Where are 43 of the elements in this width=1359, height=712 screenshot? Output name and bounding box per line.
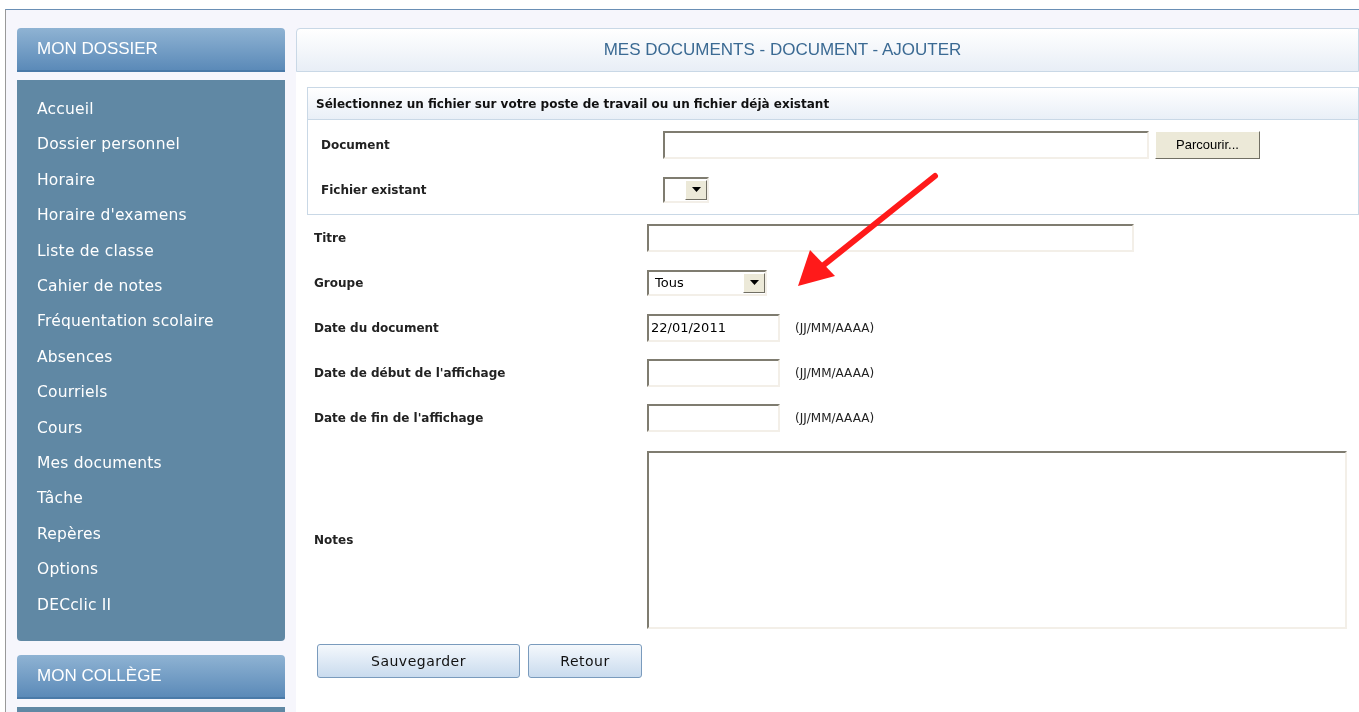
field-label: Notes (313, 532, 355, 549)
field-label: Document (320, 136, 391, 154)
field-label: Groupe (313, 274, 365, 292)
page-title-bar: MES DOCUMENTS - DOCUMENT - AJOUTER (296, 28, 1359, 72)
date-format-hint: (JJ/MM/AAAA) (795, 319, 875, 337)
dropdown-value: Tous (654, 273, 685, 292)
dropdown-field[interactable]: Tous (647, 269, 767, 296)
date-format-hint: (JJ/MM/AAAA) (795, 409, 875, 427)
date-field[interactable] (647, 358, 780, 387)
sidebar-link[interactable]: Courriels (37, 375, 108, 411)
field-label: Fichier existant (320, 181, 428, 199)
sidebar-link[interactable]: Liste de classe (37, 233, 154, 269)
sidebar-link[interactable]: Cours (37, 410, 83, 446)
date-format-hint: (JJ/MM/AAAA) (795, 364, 875, 382)
dropdown-caret-icon[interactable] (685, 179, 707, 200)
sidebar-link[interactable]: Dossier personnel (37, 127, 180, 163)
sidebar-header: MON DOSSIER (17, 28, 285, 72)
notes-field[interactable] (647, 451, 1347, 629)
field-label: Date de fin de l'affichage (313, 409, 485, 427)
sidebar-link[interactable]: DECclic II (37, 587, 112, 623)
field-label: Titre (313, 229, 348, 247)
sidebar-link[interactable]: Mes documents (37, 445, 162, 482)
field-label: Date du document (313, 319, 440, 337)
sidebar-link[interactable]: Fréquentation scolaire (37, 304, 214, 340)
date-field[interactable] (647, 403, 780, 432)
date-field[interactable]: 22/01/2011 (647, 313, 780, 342)
sidebar-link[interactable]: Horaire (37, 162, 96, 199)
sidebar-link[interactable]: Tâche (37, 481, 84, 517)
sidebar-link[interactable]: Repères (37, 516, 102, 553)
sidebar-link[interactable]: Horaire d'examens (37, 198, 187, 234)
form-button[interactable]: Retour (528, 644, 642, 678)
sidebar-link[interactable]: Cahier de notes (37, 268, 163, 305)
browse-button[interactable]: Parcourir... (1155, 130, 1260, 159)
form-button[interactable]: Sauvegarder (317, 644, 520, 678)
sidebar-header: MON COLLÈGE (17, 654, 285, 699)
dropdown-field[interactable] (663, 176, 709, 203)
file-path-field[interactable] (663, 130, 1149, 159)
sidebar-link[interactable]: Absences (37, 339, 113, 376)
dropdown-caret-icon[interactable] (743, 272, 765, 293)
field-label: Date de début de l'affichage (313, 364, 507, 382)
sidebar-link[interactable]: Accueil (37, 92, 94, 128)
sidebar-link[interactable]: Options (37, 552, 99, 588)
title-field[interactable] (647, 223, 1134, 252)
